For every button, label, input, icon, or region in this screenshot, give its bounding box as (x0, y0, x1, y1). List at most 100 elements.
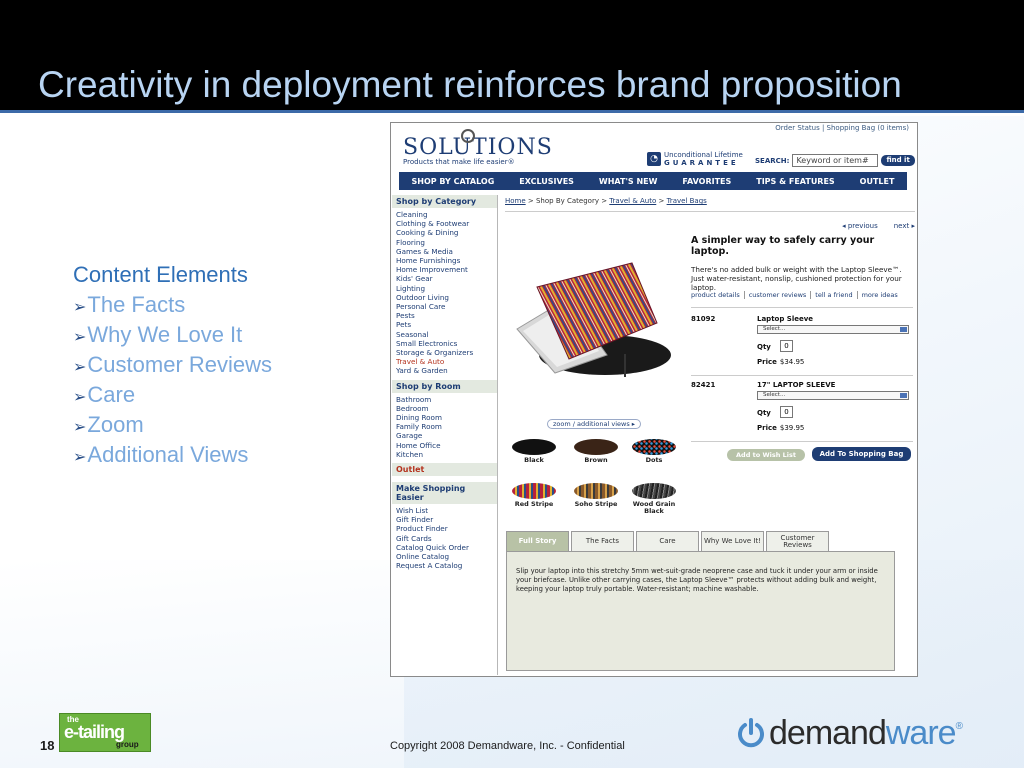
nav-shop-by-catalog[interactable]: SHOP BY CATALOG (411, 177, 494, 186)
tab-why-we-love-it[interactable]: Why We Love It! (701, 531, 764, 551)
zoom-link[interactable]: zoom / additional views ▸ (547, 419, 642, 429)
sidebar-room-header[interactable]: Shop by Room (392, 379, 497, 393)
more-ideas-link[interactable]: more ideas (856, 291, 902, 299)
sidebar-item[interactable]: Family Room (392, 422, 497, 431)
sidebar-item[interactable]: Garage (392, 431, 497, 440)
product-image[interactable] (507, 259, 677, 381)
sidebar-item[interactable]: Wish List (392, 506, 497, 515)
sidebar-item[interactable]: Kids' Gear (392, 274, 497, 283)
bullet-item: ➢Why We Love It (73, 322, 243, 347)
customer-reviews-link[interactable]: customer reviews (743, 291, 811, 299)
item-price: Price $39.95 (757, 424, 805, 432)
sidebar-item[interactable]: Home Improvement (392, 265, 497, 274)
etailing-group: group (116, 740, 139, 749)
sidebar-item[interactable]: Request A Catalog (392, 561, 497, 570)
swatch[interactable]: Black (509, 439, 559, 464)
sidebar-item[interactable]: Lighting (392, 284, 497, 293)
arrow-bullet-icon: ➢ (73, 389, 87, 406)
search-area: SEARCH: Keyword or item# find it (755, 154, 915, 167)
sidebar-item[interactable]: Kitchen (392, 450, 497, 459)
previous-link[interactable]: ◂ previous (842, 222, 878, 230)
nav-exclusives[interactable]: EXCLUSIVES (519, 177, 574, 186)
swatch[interactable]: Wood Grain Black (629, 483, 679, 515)
arrow-bullet-icon: ➢ (73, 419, 87, 436)
product-details-link[interactable]: product details (691, 291, 744, 299)
swatch[interactable]: Soho Stripe (571, 483, 621, 508)
product-links: product details customer reviews tell a fr… (691, 291, 902, 299)
item-name: Laptop Sleeve (757, 315, 814, 323)
sidebar-item[interactable]: Games & Media (392, 247, 497, 256)
breadcrumb-bags[interactable]: Travel Bags (667, 197, 707, 205)
website-screenshot: Order Status | Shopping Bag (0 items) SO… (390, 122, 918, 677)
tell-a-friend-link[interactable]: tell a friend (810, 291, 857, 299)
full-story-text: Slip your laptop into this stretchy 5mm … (516, 567, 878, 593)
sidebar-item[interactable]: Online Catalog (392, 552, 497, 561)
item-select[interactable]: Select... (757, 391, 909, 400)
solutions-logo[interactable]: SOLUTIONS Products that make life easier… (403, 129, 553, 166)
sidebar-item[interactable]: Pets (392, 320, 497, 329)
sidebar: Shop by Category Cleaning Clothing & Foo… (392, 195, 498, 675)
swatch[interactable]: Dots (629, 439, 679, 464)
sidebar-item-selected[interactable]: Travel & Auto (392, 357, 497, 366)
nav-whats-new[interactable]: WHAT'S NEW (599, 177, 658, 186)
sidebar-item[interactable]: Cooking & Dining (392, 228, 497, 237)
search-input[interactable]: Keyword or item# (792, 154, 879, 167)
add-to-shopping-bag-button[interactable]: Add To Shopping Bag (812, 447, 911, 461)
qty-label: Qty (757, 343, 771, 351)
breadcrumb-home[interactable]: Home (505, 197, 526, 205)
sidebar-item[interactable]: Clothing & Footwear (392, 219, 497, 228)
breadcrumb-travel[interactable]: Travel & Auto (609, 197, 656, 205)
sidebar-item[interactable]: Gift Finder (392, 515, 497, 524)
registered-mark: ® (955, 721, 963, 732)
swatch[interactable]: Red Stripe (509, 483, 559, 508)
swatch-soho-stripe (574, 483, 618, 499)
tab-care[interactable]: Care (636, 531, 699, 551)
sidebar-item[interactable]: Pests (392, 311, 497, 320)
qty-input[interactable]: 0 (780, 406, 793, 418)
tab-customer-reviews[interactable]: Customer Reviews (766, 531, 829, 551)
sidebar-item[interactable]: Gift Cards (392, 534, 497, 543)
arrow-bullet-icon: ➢ (73, 359, 87, 376)
swatch[interactable]: Brown (571, 439, 621, 464)
etailing-group-logo: the e-tailing group (59, 713, 151, 752)
swatch-brown (574, 439, 618, 455)
find-it-button[interactable]: find it (881, 155, 915, 166)
tab-full-story[interactable]: Full Story (506, 531, 569, 551)
content-elements: Content Elements ➢The Facts ➢Why We Love… (73, 262, 272, 471)
sidebar-item[interactable]: Cleaning (392, 210, 497, 219)
sidebar-item[interactable]: Home Furnishings (392, 256, 497, 265)
next-link[interactable]: next ▸ (894, 222, 915, 230)
guarantee-badge[interactable]: ◔ Unconditional Lifetime GUARANTEE (647, 151, 743, 167)
breadcrumb: Home > Shop By Category > Travel & Auto … (505, 197, 707, 205)
sidebar-item[interactable]: Storage & Organizers (392, 348, 497, 357)
nav-favorites[interactable]: FAVORITES (682, 177, 731, 186)
sidebar-item[interactable]: Flooring (392, 238, 497, 247)
sidebar-outlet-header[interactable]: Outlet (392, 463, 497, 477)
sidebar-item[interactable]: Bedroom (392, 404, 497, 413)
qty-input[interactable]: 0 (780, 340, 793, 352)
arrow-bullet-icon: ➢ (73, 449, 87, 466)
sidebar-item[interactable]: Personal Care (392, 302, 497, 311)
sidebar-item[interactable]: Outdoor Living (392, 293, 497, 302)
sidebar-category-header[interactable]: Shop by Category (392, 195, 497, 208)
nav-tips-features[interactable]: TIPS & FEATURES (756, 177, 834, 186)
divider (691, 307, 913, 308)
qty-label: Qty (757, 409, 771, 417)
guarantee-line1: Unconditional Lifetime (664, 151, 743, 159)
sidebar-item[interactable]: Product Finder (392, 524, 497, 533)
tab-the-facts[interactable]: The Facts (571, 531, 634, 551)
sidebar-item[interactable]: Yard & Garden (392, 366, 497, 375)
sidebar-item[interactable]: Catalog Quick Order (392, 543, 497, 552)
add-to-wish-list-button[interactable]: Add to Wish List (727, 449, 805, 461)
sidebar-item[interactable]: Dining Room (392, 413, 497, 422)
divider (691, 441, 913, 442)
sidebar-item[interactable]: Bathroom (392, 395, 497, 404)
item-select[interactable]: Select... (757, 325, 909, 334)
sidebar-item[interactable]: Home Office (392, 441, 497, 450)
sidebar-item[interactable]: Small Electronics (392, 339, 497, 348)
sidebar-easier-header[interactable]: Make Shopping Easier (392, 482, 497, 505)
demandware-part2: ware (885, 713, 957, 752)
top-links[interactable]: Order Status | Shopping Bag (0 items) (775, 124, 909, 132)
sidebar-item[interactable]: Seasonal (392, 330, 497, 339)
nav-outlet[interactable]: OUTLET (860, 177, 895, 186)
